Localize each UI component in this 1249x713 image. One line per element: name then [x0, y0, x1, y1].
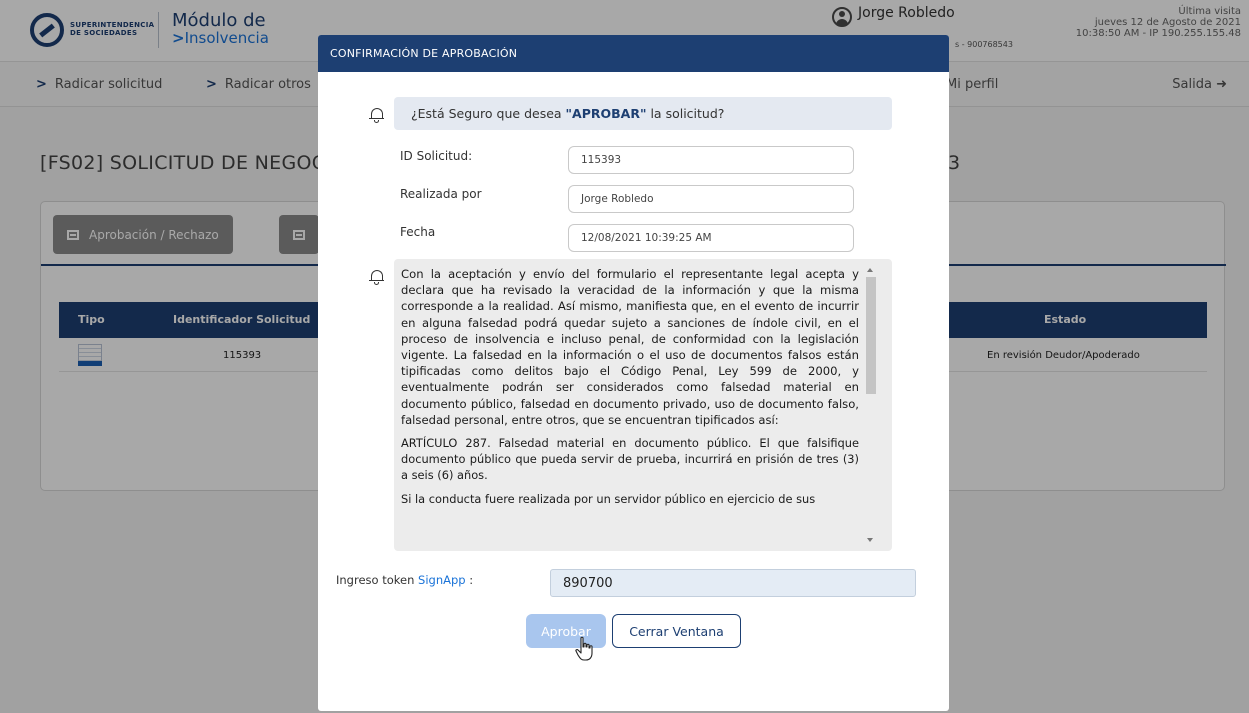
token-input[interactable]: 890700: [550, 569, 916, 597]
realizada-por-label: Realizada por: [400, 187, 482, 201]
fecha-field[interactable]: 12/08/2021 10:39:25 AM: [568, 224, 854, 252]
legal-terms-text: Con la aceptación y envío del formulario…: [401, 266, 859, 514]
id-solicitud-field[interactable]: 115393: [568, 146, 854, 174]
close-window-button[interactable]: Cerrar Ventana: [612, 614, 741, 648]
realizada-por-field[interactable]: Jorge Robledo: [568, 185, 854, 213]
modal-title: CONFIRMACIÓN DE APROBACIÓN: [318, 35, 949, 72]
legal-paragraph: Si la conducta fuere realizada por un se…: [401, 491, 816, 506]
legal-paragraph: Con la aceptación y envío del formulario…: [401, 267, 859, 427]
token-label: Ingreso token SignApp :: [336, 573, 473, 587]
id-solicitud-label: ID Solicitud:: [400, 149, 473, 163]
bell-icon: [369, 107, 384, 123]
question-action: "APROBAR": [565, 106, 647, 121]
token-label-text: Ingreso token: [336, 573, 419, 587]
hand-cursor-icon: [575, 636, 593, 661]
scroll-thumb[interactable]: [866, 277, 876, 394]
legal-paragraph: ARTÍCULO 287. Falsedad material en docum…: [401, 436, 859, 483]
approval-confirmation-modal: CONFIRMACIÓN DE APROBACIÓN ¿Está Seguro …: [318, 35, 949, 711]
fecha-label: Fecha: [400, 225, 436, 239]
scroll-up-icon[interactable]: [867, 268, 873, 272]
question-prefix: ¿Está Seguro que desea: [411, 106, 566, 121]
bell-icon: [369, 269, 384, 285]
approval-question: ¿Está Seguro que desea "APROBAR" la soli…: [394, 97, 892, 130]
scroll-down-icon[interactable]: [867, 538, 873, 542]
legal-terms-box[interactable]: Con la aceptación y envío del formulario…: [394, 259, 892, 551]
signapp-link[interactable]: SignApp: [418, 573, 466, 587]
token-label-colon: :: [465, 573, 474, 587]
legal-scrollbar[interactable]: [864, 266, 878, 544]
question-suffix: la solicitud?: [646, 106, 725, 121]
